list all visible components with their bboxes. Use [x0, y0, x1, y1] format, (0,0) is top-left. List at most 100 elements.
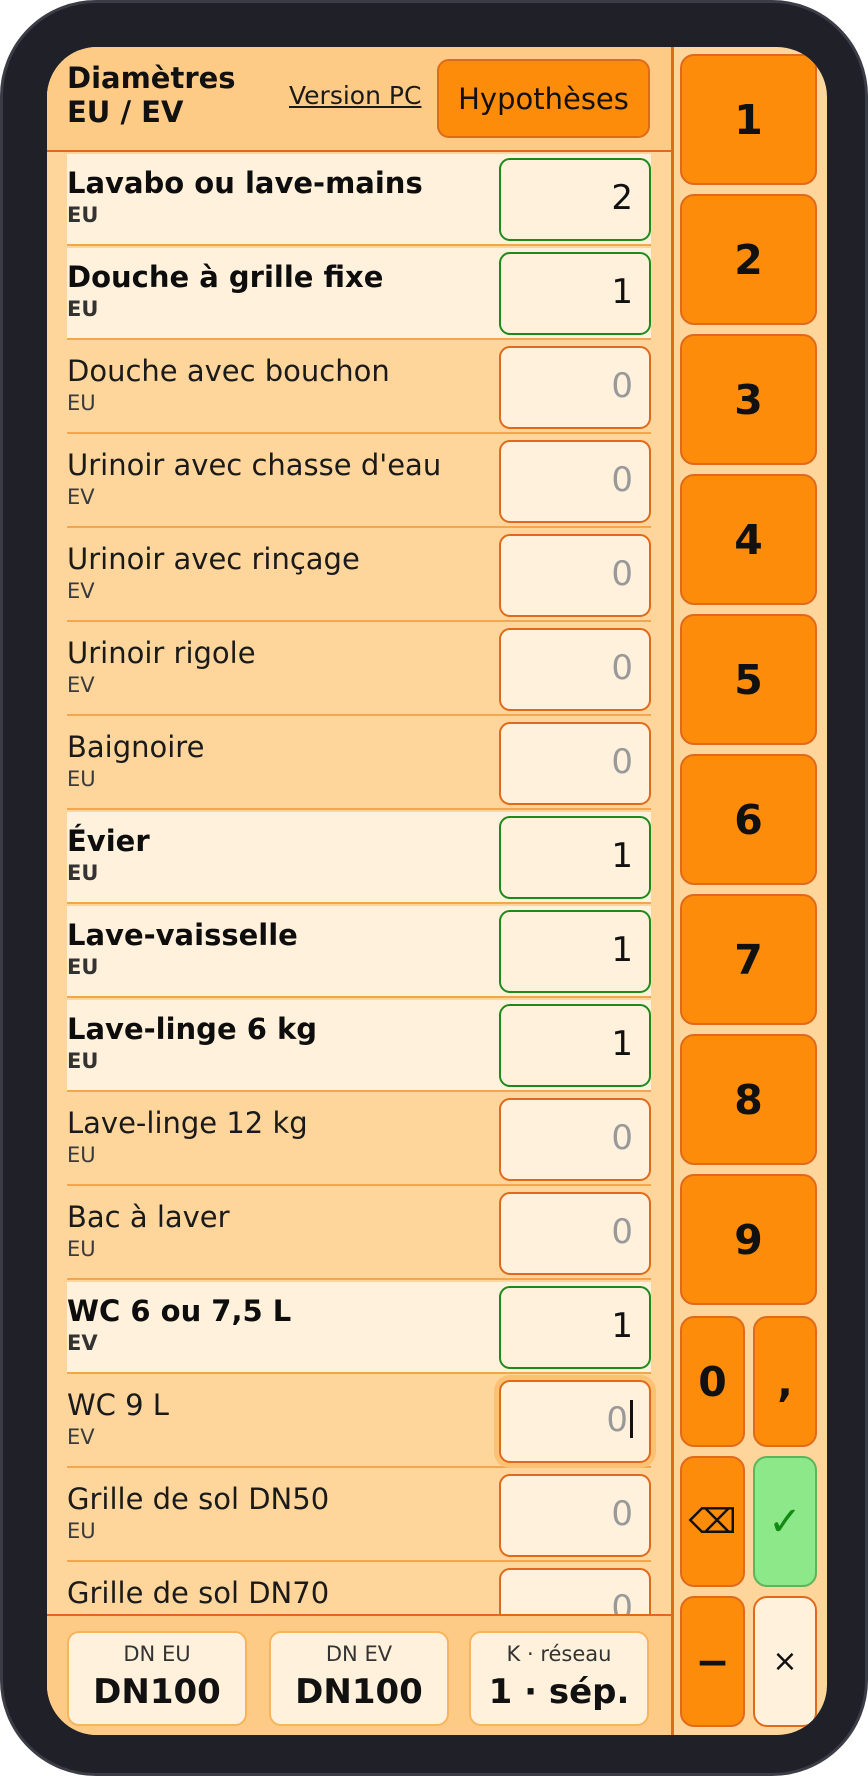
fixture-name: WC 9 L — [67, 1388, 169, 1422]
quantity-input[interactable]: 0 — [499, 346, 651, 429]
quantity-value: 0 — [611, 1118, 633, 1158]
k-network-value: 1 · sép. — [488, 1672, 630, 1712]
fixture-type: EU — [67, 861, 99, 885]
dn-eu-label: DN EU — [123, 1642, 191, 1666]
quantity-input[interactable]: 0 — [499, 1474, 651, 1557]
text-caret — [630, 1400, 633, 1438]
key-4[interactable]: 4 — [680, 474, 817, 605]
key-5[interactable]: 5 — [680, 614, 817, 745]
quantity-input[interactable]: 1 — [499, 1286, 651, 1369]
fixture-list[interactable]: Lavabo ou lave-mains EU 2 Douche à grille f… — [47, 154, 671, 1658]
quantity-input[interactable]: 1 — [499, 1004, 651, 1087]
quantity-input[interactable]: 1 — [499, 252, 651, 335]
backspace-key[interactable]: ⌫ — [680, 1456, 745, 1587]
fixture-name: Bac à laver — [67, 1200, 230, 1234]
key-0[interactable]: 0 — [680, 1316, 745, 1447]
fixture-row: Urinoir avec chasse d'eau EV 0 — [67, 436, 651, 528]
key-9[interactable]: 9 — [680, 1174, 817, 1305]
fixture-row: Baignoire EU 0 — [67, 718, 651, 810]
fixture-name: Lave-linge 6 kg — [67, 1012, 318, 1046]
quantity-input[interactable]: 0 — [499, 534, 651, 617]
fixture-type: EU — [67, 1049, 99, 1073]
fixture-name: Baignoire — [67, 730, 205, 764]
fixtures-panel: Diamètres EU / EV Version PC Hypothèses … — [47, 47, 671, 1735]
fixture-name: WC 6 ou 7,5 L — [67, 1294, 292, 1328]
quantity-value: 0 — [611, 1212, 633, 1252]
quantity-input[interactable]: 1 — [499, 910, 651, 993]
quantity-value: 1 — [611, 1024, 633, 1064]
fixture-type: EU — [67, 391, 96, 415]
quantity-value: 1 — [611, 272, 633, 312]
fixture-name: Grille de sol DN50 — [67, 1482, 330, 1516]
fixture-name: Grille de sol DN70 — [67, 1576, 330, 1610]
fixture-type: EU — [67, 1143, 96, 1167]
backspace-icon: ⌫ — [688, 1501, 737, 1542]
quantity-input[interactable]: 1 — [499, 816, 651, 899]
fixture-type: EU — [67, 955, 99, 979]
quantity-input[interactable]: 0 — [499, 440, 651, 523]
fixture-name: Urinoir rigole — [67, 636, 256, 670]
k-network-result: K · réseau 1 · sép. — [469, 1631, 649, 1726]
quantity-value: 0 — [611, 554, 633, 594]
key-2[interactable]: 2 — [680, 194, 817, 325]
fixture-name: Douche à grille fixe — [67, 260, 384, 294]
checkmark-icon: ✓ — [768, 1498, 802, 1545]
quantity-value: 0 — [611, 742, 633, 782]
quantity-value: 0 — [606, 1400, 628, 1440]
fixture-name: Urinoir avec chasse d'eau — [67, 448, 442, 482]
quantity-value: 1 — [611, 930, 633, 970]
fixture-name: Lave-vaisselle — [67, 918, 298, 952]
fixture-name: Urinoir avec rinçage — [67, 542, 360, 576]
quantity-value: 2 — [611, 178, 633, 218]
fixture-type: EV — [67, 1425, 95, 1449]
page-title: Diamètres EU / EV — [67, 61, 236, 129]
quantity-input[interactable]: 2 — [499, 158, 651, 241]
minus-key[interactable]: − — [680, 1596, 745, 1727]
clear-key[interactable]: × — [753, 1596, 817, 1727]
fixture-type: EV — [67, 485, 95, 509]
quantity-input[interactable]: 0 — [499, 722, 651, 805]
quantity-input[interactable]: 0 — [499, 1098, 651, 1181]
quantity-input[interactable]: 0 — [499, 1192, 651, 1275]
dn-eu-value: DN100 — [93, 1672, 221, 1712]
fixture-name: Évier — [67, 824, 150, 858]
close-icon: × — [772, 1644, 798, 1679]
fixture-row: Lave-linge 6 kg EU 1 — [67, 1000, 651, 1092]
fixture-row: Lave-linge 12 kg EU 0 — [67, 1094, 651, 1186]
quantity-value: 1 — [611, 1306, 633, 1346]
key-1[interactable]: 1 — [680, 54, 817, 185]
quantity-input[interactable]: 0 — [499, 1380, 651, 1463]
key-3[interactable]: 3 — [680, 334, 817, 465]
dn-ev-label: DN EV — [325, 1642, 393, 1666]
quantity-value: 0 — [611, 648, 633, 688]
fixture-row: Grille de sol DN50 EU 0 — [67, 1470, 651, 1562]
key-7[interactable]: 7 — [680, 894, 817, 1025]
dn-eu-result: DN EU DN100 — [67, 1631, 247, 1726]
fixture-type: EV — [67, 579, 95, 603]
fixture-row: Urinoir rigole EV 0 — [67, 624, 651, 716]
fixture-row: Douche à grille fixe EU 1 — [67, 248, 651, 340]
quantity-input[interactable]: 0 — [499, 628, 651, 711]
fixture-row: Douche avec bouchon EU 0 — [67, 342, 651, 434]
fixture-type: EU — [67, 297, 99, 321]
fixture-row: Lavabo ou lave-mains EU 2 — [67, 154, 651, 246]
key-6[interactable]: 6 — [680, 754, 817, 885]
fixture-row: Évier EU 1 — [67, 812, 651, 904]
fixture-row: Urinoir avec rinçage EV 0 — [67, 530, 651, 622]
version-pc-link[interactable]: Version PC — [289, 81, 421, 110]
quantity-value: 0 — [611, 366, 633, 406]
fixture-row: Bac à laver EU 0 — [67, 1188, 651, 1280]
fixture-name: Lave-linge 12 kg — [67, 1106, 308, 1140]
numeric-keypad: 0 , ⌫ ✓ − × 123456789 — [674, 47, 827, 1735]
key-8[interactable]: 8 — [680, 1034, 817, 1165]
app-screen: Diamètres EU / EV Version PC Hypothèses … — [47, 47, 827, 1735]
confirm-key[interactable]: ✓ — [753, 1456, 817, 1587]
device-frame: Diamètres EU / EV Version PC Hypothèses … — [0, 0, 868, 1776]
quantity-value: 1 — [611, 836, 633, 876]
key-comma[interactable]: , — [753, 1316, 817, 1447]
hypotheses-button[interactable]: Hypothèses — [437, 59, 650, 138]
page-title-line1: Diamètres — [67, 61, 236, 95]
fixture-name: Douche avec bouchon — [67, 354, 390, 388]
page-title-line2: EU / EV — [67, 95, 184, 129]
fixture-row: WC 9 L EV 0 — [67, 1376, 651, 1468]
